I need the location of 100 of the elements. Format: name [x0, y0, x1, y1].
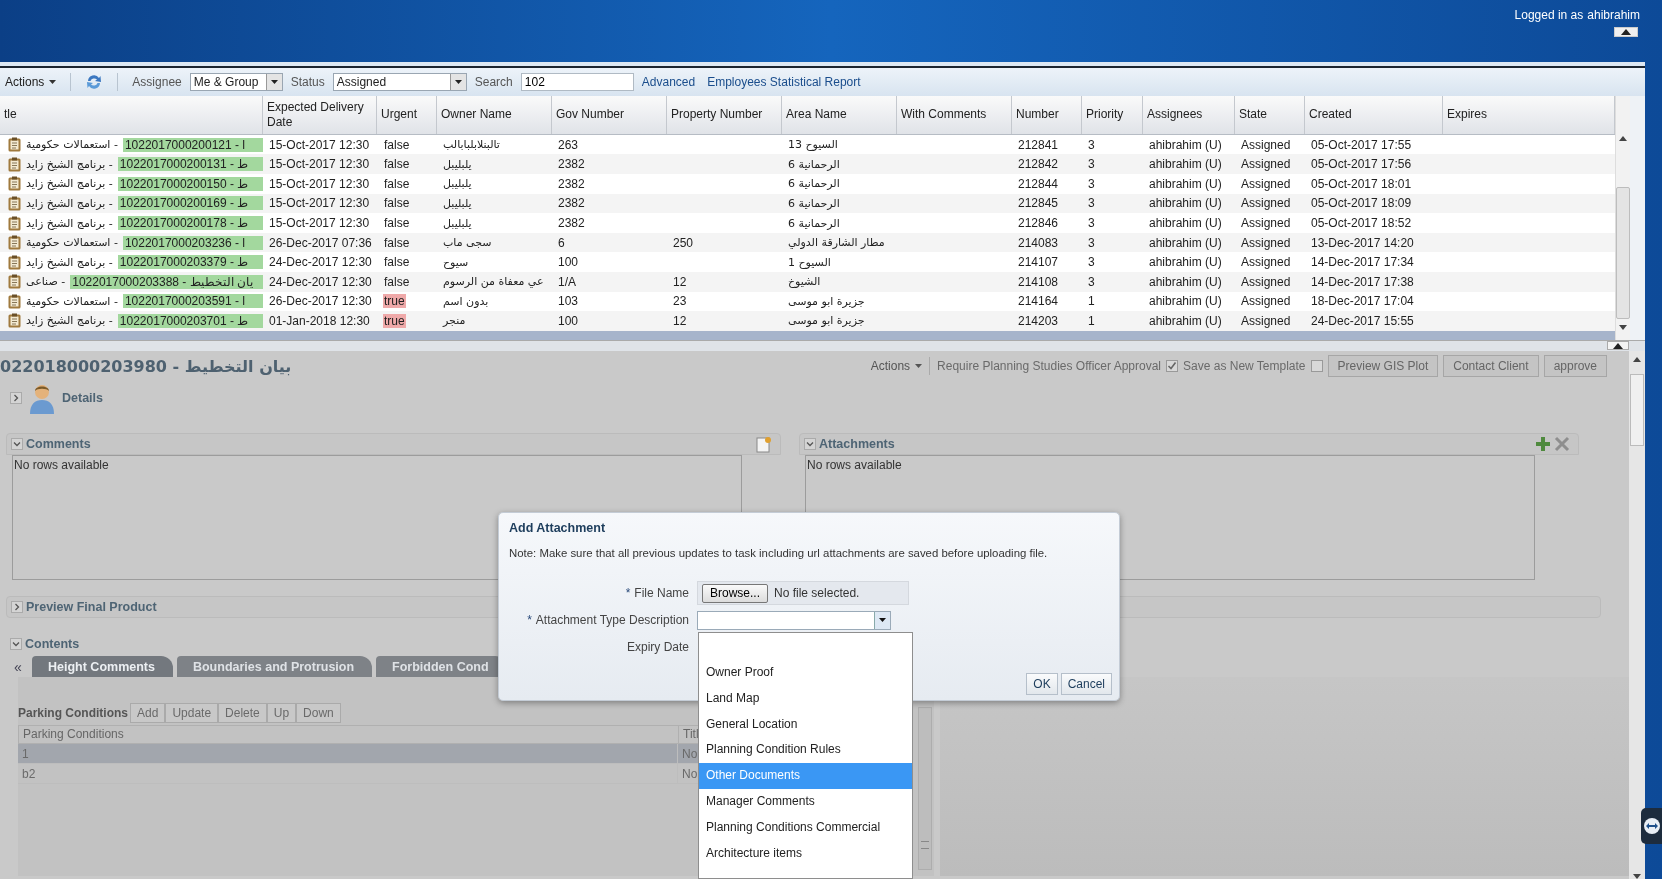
urgent-value: false	[383, 274, 411, 289]
actions-menu[interactable]: Actions	[870, 359, 923, 373]
section-title: Comments	[26, 437, 91, 451]
scrollbar[interactable]	[1629, 351, 1645, 879]
expand-toggle[interactable]	[804, 438, 816, 450]
dropdown-option[interactable]: Manager Comments	[699, 789, 912, 815]
status-select[interactable]: Assigned	[332, 73, 467, 91]
browse-button[interactable]: Browse...	[702, 583, 768, 603]
scroll-thumb[interactable]	[1616, 187, 1630, 319]
checkbox[interactable]	[1166, 360, 1179, 372]
table-cell: 212844	[1018, 176, 1059, 191]
expand-toggle[interactable]	[11, 601, 23, 613]
table-cell: 24-Dec-2017 15:55	[1311, 314, 1414, 328]
delete-icon[interactable]	[1554, 436, 1570, 452]
table-cell: No	[682, 746, 698, 761]
tab[interactable]: Height Comments	[32, 656, 173, 677]
task-category: برنامج الشيخ زايد -	[26, 216, 113, 230]
task-code[interactable]: 1022017000203388 - يان التخطيط	[70, 274, 263, 289]
table-cell: يلبليبل	[443, 177, 472, 191]
dropdown-option[interactable]: Architecture items	[699, 840, 912, 867]
table-cell: 15-Oct-2017 12:30	[269, 216, 370, 230]
column-header[interactable]: Owner Name	[437, 96, 552, 134]
column-header[interactable]: Expected Delivery Date	[263, 96, 377, 134]
table-cell: Assigned	[1241, 235, 1291, 250]
table-cell: 214164	[1018, 294, 1059, 309]
assignee-label: Assignee	[132, 75, 182, 89]
dialog-button[interactable]: Cancel	[1060, 673, 1112, 695]
file-field[interactable]: Browse... No file selected.	[697, 581, 909, 605]
collapse-button[interactable]	[1614, 27, 1638, 37]
scrollbar[interactable]	[918, 707, 932, 870]
column-header[interactable]: Area Name	[782, 96, 897, 134]
column-header[interactable]: Created	[1305, 96, 1443, 134]
column-header[interactable]: Priority	[1082, 96, 1143, 134]
table-cell: 214107	[1018, 255, 1059, 270]
dropdown-option[interactable]: Owner Proof	[699, 660, 912, 686]
dropdown-option[interactable]: Land Map	[699, 685, 912, 712]
column-header[interactable]: Assignees	[1143, 96, 1235, 134]
task-code[interactable]: 1022017000200178 - ط	[117, 216, 263, 230]
type-select[interactable]	[697, 610, 891, 630]
scroll-back-button[interactable]: «	[14, 657, 28, 677]
table-cell: 15-Oct-2017 12:30	[269, 157, 370, 172]
checkbox[interactable]	[1310, 360, 1323, 372]
table-cell: 18-Dec-2017 17:04	[1311, 294, 1414, 309]
expand-toggle[interactable]	[10, 638, 22, 650]
column-header[interactable]: Urgent	[377, 96, 437, 134]
table-cell: 05-Oct-2017 17:55	[1311, 137, 1412, 152]
actions-menu[interactable]: Actions	[5, 75, 57, 89]
assignee-select[interactable]: Me & Group	[189, 73, 283, 91]
arrow-up-icon[interactable]	[1633, 357, 1641, 362]
table-cell: جزيرة ابو موسى	[788, 314, 865, 328]
column-header[interactable]: Number	[1012, 96, 1082, 134]
task-code[interactable]: 1022017000203591 - ا	[122, 294, 263, 309]
task-code[interactable]: 1022017000200131 - ط	[117, 157, 263, 172]
column-header[interactable]: State	[1235, 96, 1305, 134]
table-cell: 3	[1088, 216, 1095, 230]
empty-message: No rows available	[14, 458, 109, 472]
table-cell: الشيوخ	[788, 275, 821, 289]
table-cell: Assigned	[1241, 157, 1291, 172]
add-note-icon[interactable]	[756, 435, 772, 453]
task-category: استعمالات حكومية -	[26, 236, 118, 250]
table-cell: 3	[1088, 274, 1095, 289]
arrow-up-icon[interactable]	[1619, 136, 1627, 141]
scrollbar[interactable]	[1615, 96, 1630, 340]
dropdown-option[interactable]: Planning Conditions Commercial	[699, 814, 912, 841]
column-header[interactable]: Gov Number	[552, 96, 667, 134]
table-cell: ahibrahim (U)	[1149, 157, 1222, 172]
dropdown-option[interactable]: General Location	[699, 711, 912, 738]
task-title: 022018000203980 - بيان التخطيط	[0, 356, 292, 376]
task-code[interactable]: 1022017000203701 - ط	[117, 314, 263, 328]
clipboard-icon	[8, 235, 21, 251]
toolbar-link[interactable]: Employees Statistical Report	[707, 75, 861, 89]
table-cell: 103	[558, 294, 579, 309]
arrow-down-icon[interactable]	[1619, 325, 1627, 330]
task-code[interactable]: 1022017000200121 - ا	[122, 137, 263, 152]
expand-toggle[interactable]	[10, 392, 22, 404]
add-icon[interactable]	[1535, 436, 1551, 452]
task-category: برنامج الشيخ زايد -	[26, 157, 113, 171]
arrow-down-icon[interactable]	[1633, 874, 1641, 879]
column-header[interactable]: Property Number	[667, 96, 782, 134]
refresh-icon[interactable]	[85, 73, 104, 91]
field-label: File Name	[634, 586, 689, 600]
urgent-value: false	[383, 176, 411, 191]
chevron-icon	[12, 641, 20, 647]
user-name: ahibrahim	[1587, 8, 1640, 22]
dialog-button[interactable]: OK	[1026, 673, 1058, 695]
task-code[interactable]: 1022017000203236 - ا	[122, 235, 263, 250]
search-field[interactable]: 102	[520, 73, 634, 91]
task-code[interactable]: 1022017000200169 - ط	[117, 196, 263, 211]
table-title: Parking Conditions	[18, 706, 128, 720]
dialog-title: Add Attachment	[509, 521, 607, 535]
task-code[interactable]: 1022017000200150 - ط	[117, 176, 263, 191]
chevron-icon	[13, 441, 21, 447]
column-header[interactable]: tle	[0, 96, 263, 134]
expand-toggle[interactable]	[11, 438, 23, 450]
task-code[interactable]: 1022017000203379 - ط	[117, 255, 263, 270]
collapse-button[interactable]	[1607, 341, 1629, 350]
column-header[interactable]: With Comments	[897, 96, 1012, 134]
toolbar-link[interactable]: Advanced	[641, 75, 696, 89]
table-cell: 24-Dec-2017 12:30	[269, 274, 372, 289]
scroll-thumb[interactable]	[1630, 374, 1644, 446]
